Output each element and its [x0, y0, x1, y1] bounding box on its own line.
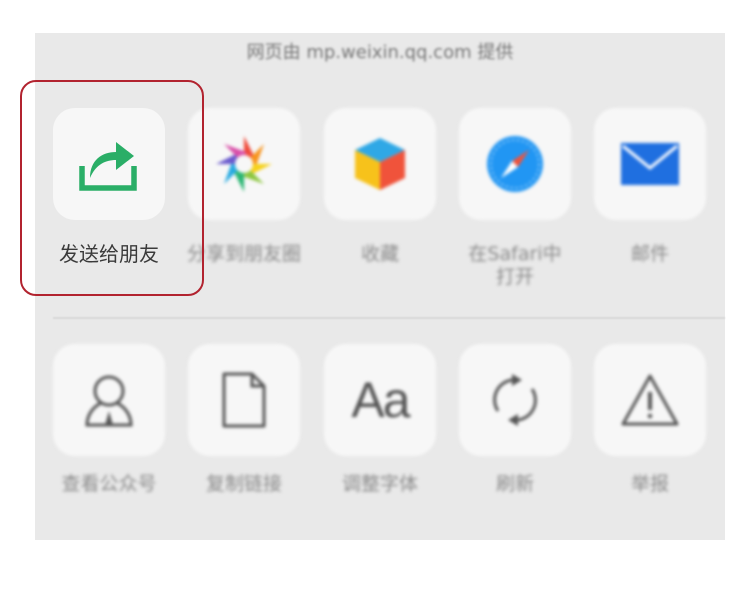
font-size-label: 调整字体: [341, 473, 418, 495]
mail-label: 邮件: [630, 243, 669, 265]
view-official-account-label: 查看公众号: [61, 473, 157, 495]
open-in-safari-label: 在Safari中: [468, 243, 562, 265]
sheet-title: 网页由 mp.weixin.qq.com 提供: [246, 42, 514, 63]
font-size-icon: Aa: [351, 372, 410, 428]
mail-button[interactable]: [594, 108, 706, 220]
copy-link-icon: [222, 372, 266, 428]
favorite-label: 收藏: [360, 243, 399, 265]
report-label: 举报: [630, 473, 669, 495]
share-to-moments-button[interactable]: [188, 108, 300, 220]
mail-icon: [621, 143, 679, 185]
report-button[interactable]: [594, 344, 706, 456]
safari-compass-icon: [487, 136, 543, 192]
refresh-label: 刷新: [495, 473, 534, 495]
official-account-icon: [85, 375, 133, 427]
copy-link-button[interactable]: [188, 344, 300, 456]
copy-link-label: 复制链接: [205, 473, 282, 495]
highlight-box: [20, 80, 204, 296]
view-official-account-button[interactable]: [53, 344, 165, 456]
favorite-cube-icon: [355, 138, 405, 190]
refresh-icon: [493, 374, 537, 426]
open-in-safari-button[interactable]: [459, 108, 571, 220]
open-in-safari-label-line2: 打开: [495, 266, 534, 288]
font-size-button[interactable]: Aa: [324, 344, 436, 456]
refresh-button[interactable]: [459, 344, 571, 456]
row-divider: [53, 317, 725, 319]
moments-icon: [216, 136, 272, 192]
report-warning-icon: [621, 374, 679, 426]
favorite-button[interactable]: [324, 108, 436, 220]
